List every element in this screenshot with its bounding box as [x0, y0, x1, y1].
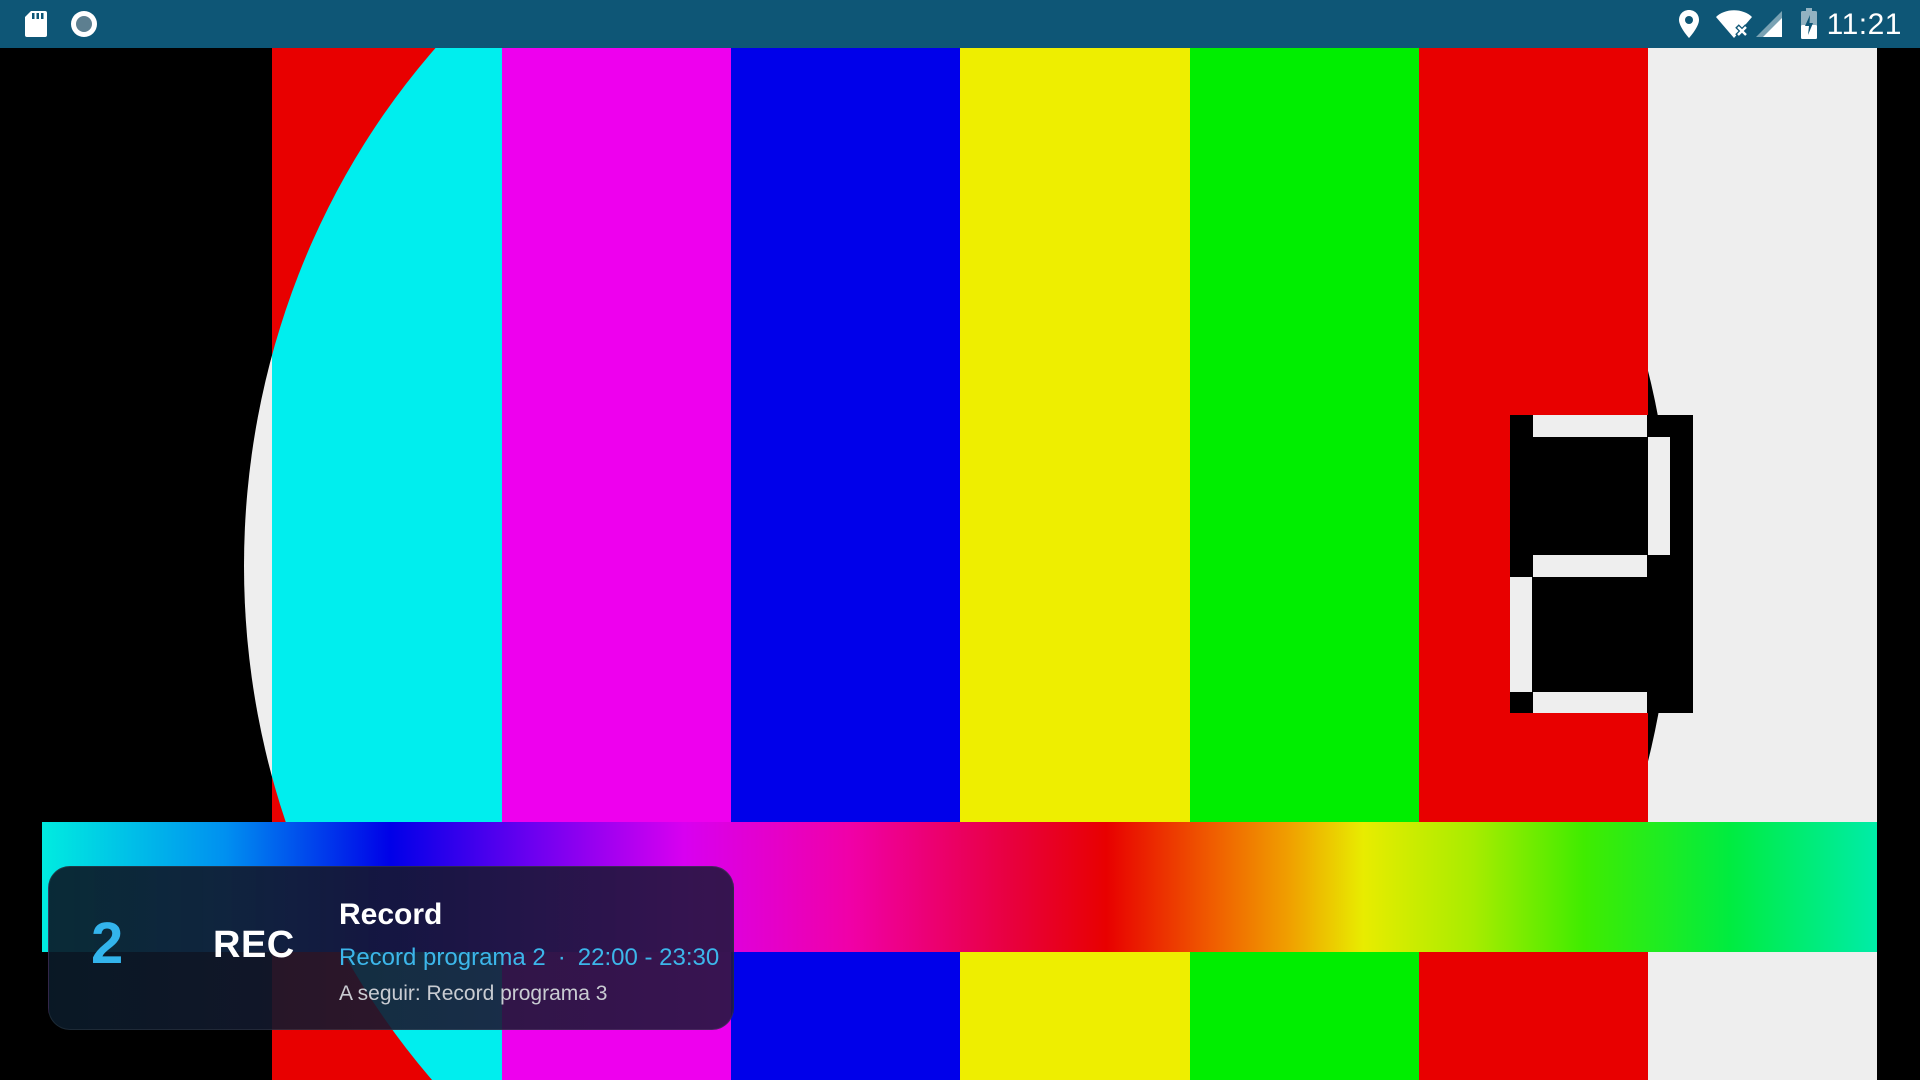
- channel-info-overlay[interactable]: 2 REC Record Record programa 2 · 22:00 - 2…: [48, 866, 734, 1030]
- channel-digit-graphic: [1510, 415, 1693, 713]
- program-separator: ·: [557, 944, 566, 971]
- bar-black-right: [1877, 48, 1920, 1080]
- status-bar: 11:21: [0, 0, 1920, 48]
- cell-signal-icon: [1754, 0, 1784, 48]
- tv-player-screen: 11:21 2 REC Record Record programa 2 · 2…: [0, 0, 1920, 1080]
- location-icon: [1676, 0, 1702, 48]
- channel-name: Record: [339, 898, 443, 931]
- record-dot-icon: [68, 0, 100, 48]
- sd-card-icon: [22, 0, 50, 48]
- battery-charging-icon: [1798, 0, 1820, 48]
- status-clock: 11:21: [1826, 8, 1902, 41]
- channel-number: 2: [91, 911, 124, 976]
- current-program: Record programa 2 · 22:00 - 23:30: [339, 943, 719, 973]
- next-program: A seguir: Record programa 3: [339, 982, 608, 1005]
- channel-logo: REC: [213, 924, 295, 966]
- program-time-range: 22:00 - 23:30: [577, 944, 720, 971]
- wifi-no-internet-icon: [1714, 0, 1754, 48]
- current-program-title: Record programa 2: [339, 944, 546, 971]
